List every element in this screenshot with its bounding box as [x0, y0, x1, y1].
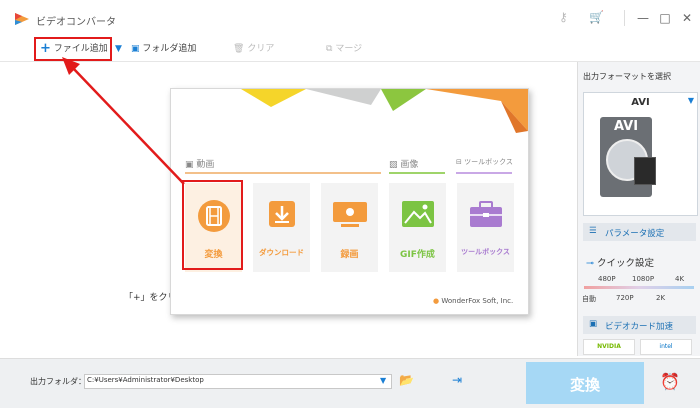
quality-slider[interactable] [584, 286, 694, 289]
avi-format-image: AVI [600, 117, 656, 197]
intel-badge: intel [640, 339, 692, 355]
gpu-acceleration-label: ビデオカード加速 [605, 322, 674, 332]
quality-480p-label: 480P [598, 275, 616, 283]
divider [624, 10, 625, 26]
folder-icon: ▣ [131, 44, 140, 54]
merge-label: マージ [335, 44, 363, 54]
quality-4k-label: 4K [675, 275, 685, 283]
output-format-title: 出力フォーマットを選択 [583, 72, 671, 81]
quick-settings-title: ⊸ クイック設定 [586, 255, 654, 269]
screen-record-icon [333, 202, 367, 227]
image-icon [402, 201, 434, 227]
clear-label: クリア [247, 44, 275, 54]
popup-banner-decoration [241, 89, 528, 133]
video-section-label: ▣ 動画 [185, 157, 214, 170]
close-button[interactable]: ✕ [678, 9, 696, 27]
image-section-label: ▨ 画像 [389, 157, 418, 170]
toolbox-tile[interactable]: ツールボックス [457, 183, 514, 272]
image-section-line [389, 172, 445, 174]
nvidia-badge: NVIDIA [583, 339, 635, 355]
sliders-icon: ☰ [589, 226, 597, 236]
selected-format: AVI [631, 97, 650, 108]
clear-button[interactable]: 🗑 クリア [233, 41, 274, 57]
download-tile-label: ダウンロード [259, 248, 304, 257]
toolbox-tile-label: ツールボックス [461, 248, 510, 256]
trash-icon: 🗑 [233, 44, 245, 54]
quality-auto-label: 自動 [582, 295, 596, 303]
add-folder-label: フォルダ追加 [142, 44, 197, 54]
chevron-down-icon[interactable]: ▼ [380, 376, 386, 385]
video-icon: ▣ [185, 160, 197, 170]
output-path-text: C:¥Users¥Administrator¥Desktop [87, 376, 204, 384]
toolbox-section-text: ツールボックス [464, 158, 513, 166]
download-tile[interactable]: ダウンロード [253, 183, 310, 272]
output-folder-label: 出力フォルダ： [30, 377, 86, 386]
chevron-down-icon[interactable]: ▼ [115, 41, 122, 57]
parameter-settings-label: パラメータ設定 [605, 229, 665, 239]
merge-button[interactable]: ⧉ マージ [326, 41, 362, 57]
convert-button[interactable]: 変換 [526, 362, 644, 404]
minimize-button[interactable]: — [634, 9, 652, 27]
nvidia-text: NVIDIA [597, 343, 621, 350]
film-strip-icon [634, 157, 656, 185]
maximize-button[interactable]: □ [656, 9, 674, 27]
format-selector[interactable]: AVI ▼ AVI [583, 92, 698, 216]
chip-icon: ▣ [589, 319, 598, 329]
quality-720p-label: 720P [616, 294, 634, 302]
open-folder-icon[interactable]: 📂 [399, 373, 414, 387]
quality-1080p-label: 1080P [632, 275, 655, 283]
gif-tile-label: GIF作成 [400, 250, 435, 260]
quality-2k-label: 2K [656, 294, 666, 302]
avi-format-image-text: AVI [613, 119, 639, 134]
convert-tile-highlight [182, 180, 243, 270]
brand-text: WonderFox Soft, Inc. [441, 297, 514, 305]
output-path-field[interactable]: C:¥Users¥Administrator¥Desktop [84, 374, 392, 389]
wonderfox-logo-icon: ● [433, 297, 440, 305]
parameter-settings-button[interactable]: ☰ パラメータ設定 [583, 223, 696, 241]
add-file-highlight [34, 37, 112, 61]
record-tile[interactable]: 録画 [321, 183, 378, 272]
title-bar: ビデオコンバータ ⚷ 🛒 — □ ✕ [0, 0, 700, 38]
toolbox-section-label: ⊟ ツールボックス [456, 157, 513, 167]
toolbox-section-icon: ⊟ [456, 158, 465, 166]
brand-footer: ● WonderFox Soft, Inc. [433, 297, 513, 305]
export-icon[interactable]: ⇥ [452, 373, 462, 387]
output-panel: 出力フォーマットを選択 AVI ▼ AVI ☰ パラメータ設定 ⊸ クイック設定… [577, 62, 700, 356]
image-section-text: 画像 [400, 160, 419, 170]
record-tile-label: 録画 [340, 250, 359, 260]
window-title: ビデオコンバータ [36, 17, 116, 28]
cart-icon[interactable]: 🛒 [589, 10, 604, 24]
toolbox-icon [470, 201, 502, 227]
toolbox-section-line [456, 172, 512, 174]
video-section-text: 動画 [196, 160, 215, 170]
video-section-line [185, 172, 381, 174]
key-icon[interactable]: ⚷ [559, 10, 568, 24]
bottom-bar: 出力フォルダ： C:¥Users¥Administrator¥Desktop ▼… [0, 358, 700, 408]
chevron-down-icon: ▼ [687, 96, 694, 105]
add-folder-button[interactable]: ▣ フォルダ追加 [131, 41, 196, 57]
quick-settings-text: クイック設定 [596, 258, 654, 269]
convert-button-label: 変換 [569, 376, 600, 394]
app-logo-icon [15, 13, 29, 25]
merge-icon: ⧉ [326, 44, 333, 54]
image-section-icon: ▨ [389, 160, 401, 170]
download-icon [269, 201, 295, 227]
alarm-clock-icon[interactable]: ⏰ [660, 372, 680, 391]
gif-tile[interactable]: GIF作成 [389, 183, 446, 272]
quick-icon: ⊸ [586, 258, 597, 269]
intel-text: intel [659, 343, 673, 350]
gpu-acceleration-button[interactable]: ▣ ビデオカード加速 [583, 316, 696, 334]
